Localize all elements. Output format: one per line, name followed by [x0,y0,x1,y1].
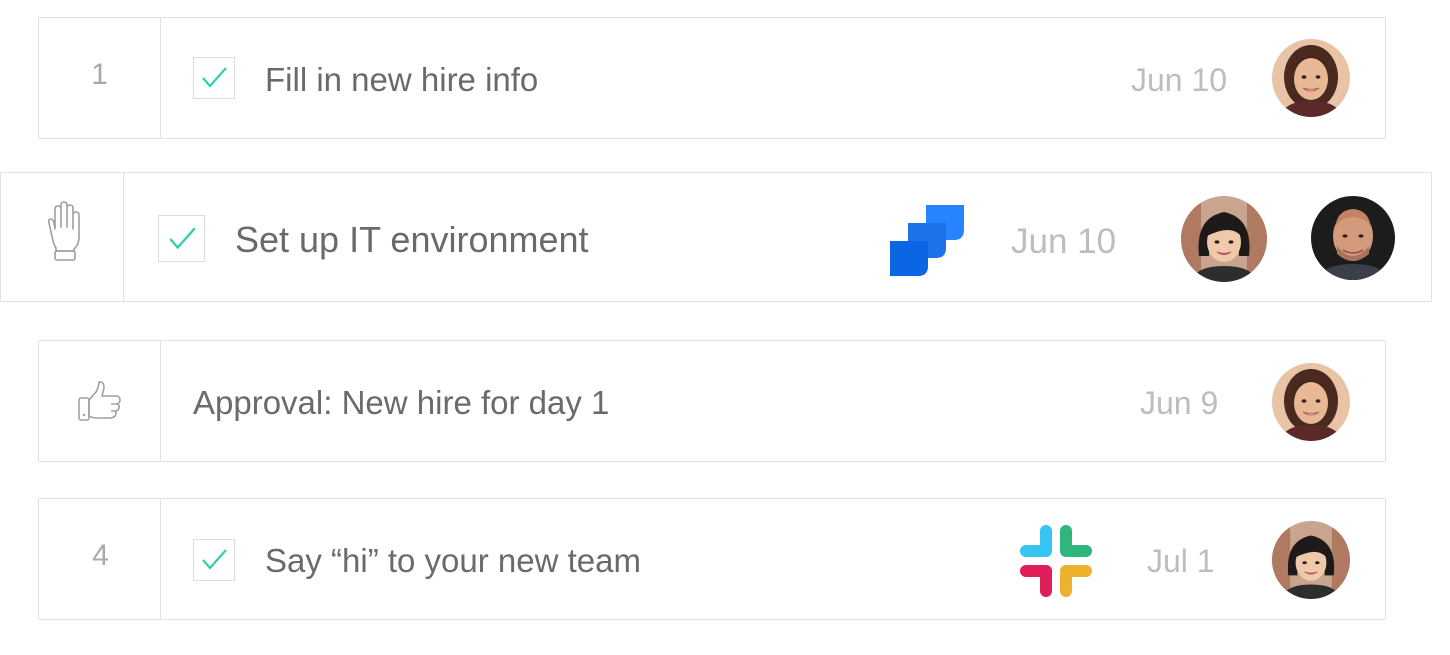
task-checkbox[interactable] [193,57,235,99]
assignee-avatar[interactable] [1272,363,1350,441]
thumbs-up-icon [77,381,121,421]
task-due-date: Jun 10 [1131,62,1228,98]
task-title[interactable]: Set up IT environment [235,219,589,261]
avatar-man-bald [1311,196,1395,280]
task-row[interactable]: Set up IT environment Jun 10 [0,172,1432,302]
task-row[interactable]: 1 Fill in new hire info Jun 10 [38,17,1386,139]
jira-icon[interactable] [890,204,966,283]
task-due-date: Jun 10 [1011,222,1117,261]
assignee-avatar[interactable] [1272,521,1350,599]
hand-drag-icon [47,201,80,261]
avatar-woman-bob [1181,196,1267,282]
avatar-woman-bob [1272,521,1350,599]
task-title[interactable]: Fill in new hire info [265,61,538,99]
task-index: 4 [39,499,161,619]
task-index: 1 [39,18,161,138]
task-checkbox[interactable] [158,215,205,262]
task-due-date: Jun 9 [1140,385,1219,421]
check-icon [202,67,227,88]
task-index-number: 4 [92,539,109,572]
check-icon [202,549,227,570]
avatar-woman-curly [1272,39,1350,117]
task-row[interactable]: 4 Say “hi” to your new team Jul 1 [38,498,1386,620]
task-checkbox[interactable] [193,539,235,581]
avatar-woman-curly [1272,363,1350,441]
assignee-avatar[interactable] [1272,39,1350,117]
task-row[interactable]: Approval: New hire for day 1 Jun 9 [38,340,1386,462]
task-title[interactable]: Approval: New hire for day 1 [193,384,609,422]
check-icon [168,227,196,249]
task-index-number: 1 [91,58,108,91]
approval-indicator [39,341,161,461]
assignee-avatar[interactable] [1311,196,1395,280]
slack-icon[interactable] [1020,525,1092,602]
task-due-date: Jul 1 [1147,543,1215,579]
task-title[interactable]: Say “hi” to your new team [265,542,641,580]
drag-handle[interactable] [1,173,124,301]
assignee-avatar[interactable] [1181,196,1267,282]
